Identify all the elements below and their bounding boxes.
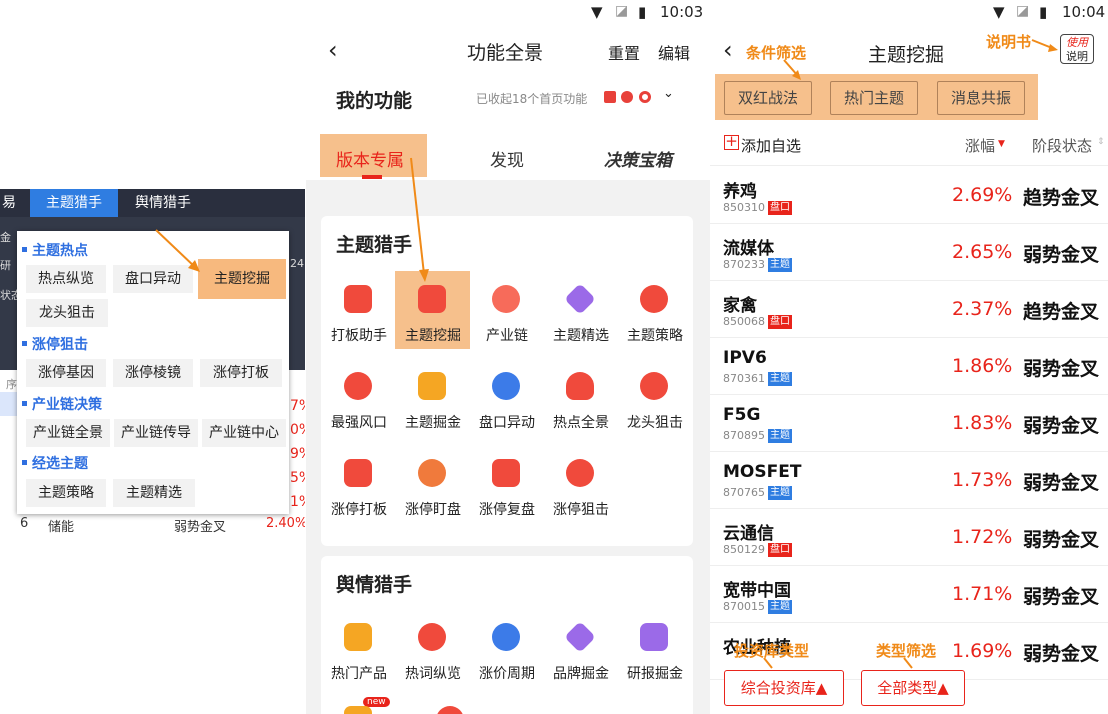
mobile-function-overview: ▼ ◪ ▮ 10:03 ‹ 功能全景 重置 编辑 我的功能 已收起18个首页功能… (306, 0, 710, 714)
arrow-annotation (155, 229, 200, 272)
mobile-theme-mining: ▼ ◪ ▮ 10:04 ‹ 条件筛选 主题挖掘 说明书 使用 说明 双红战法 热… (710, 0, 1108, 714)
arrow-annotation (410, 157, 429, 282)
desktop-theme-menu-panel: 易 主题猎手 舆情猎手 金 研 状态 24 序 7% 0% 9% 5% 1% 6… (0, 0, 305, 714)
arrow-annotation (763, 39, 1058, 669)
